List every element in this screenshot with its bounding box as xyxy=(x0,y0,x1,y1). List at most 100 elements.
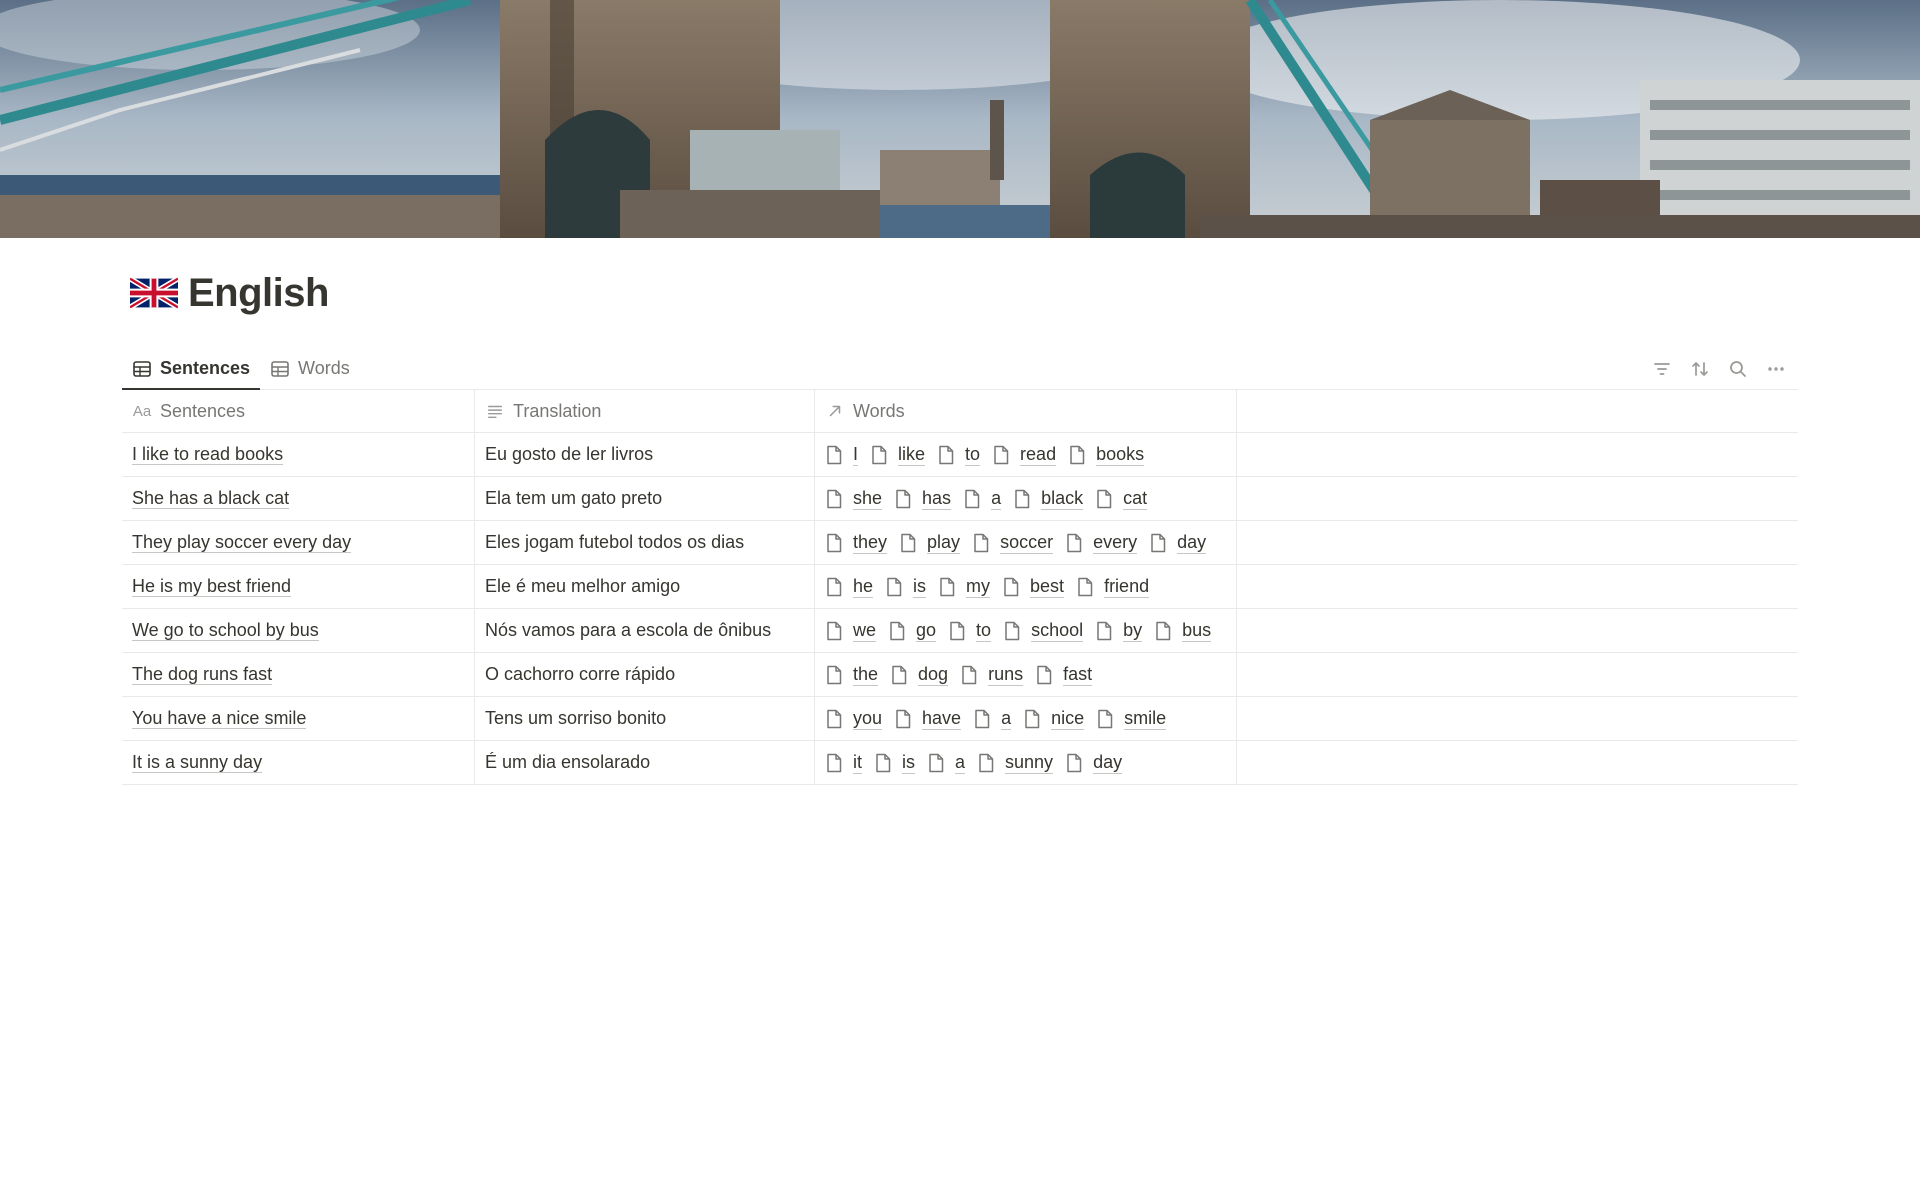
word-link[interactable]: I xyxy=(825,443,859,466)
word-link[interactable]: go xyxy=(888,619,937,642)
word-label: a xyxy=(955,752,966,774)
sentence-link[interactable]: She has a black cat xyxy=(132,488,290,509)
word-link[interactable]: they xyxy=(825,531,888,554)
word-link[interactable]: friend xyxy=(1076,575,1150,598)
translation-cell[interactable]: É um dia ensolarado xyxy=(475,741,815,784)
page-icon xyxy=(1095,489,1123,509)
word-link[interactable]: we xyxy=(825,619,877,642)
word-label: cat xyxy=(1123,488,1148,510)
words-cell[interactable]: they play soccer every day xyxy=(815,521,1237,564)
uk-flag-icon[interactable] xyxy=(130,276,178,310)
word-link[interactable]: like xyxy=(870,443,926,466)
search-icon[interactable] xyxy=(1726,357,1750,381)
word-link[interactable]: play xyxy=(899,531,961,554)
word-link[interactable]: books xyxy=(1068,443,1145,466)
word-link[interactable]: nice xyxy=(1023,707,1085,730)
word-link[interactable]: best xyxy=(1002,575,1065,598)
word-link[interactable]: every xyxy=(1065,531,1138,554)
page-icon xyxy=(1023,709,1051,729)
word-link[interactable]: school xyxy=(1003,619,1084,642)
sort-icon[interactable] xyxy=(1688,357,1712,381)
word-link[interactable]: have xyxy=(894,707,962,730)
table-row: They play soccer every day Eles jogam fut… xyxy=(122,521,1798,565)
word-link[interactable]: read xyxy=(992,443,1057,466)
sentence-cell[interactable]: The dog runs fast xyxy=(122,653,475,696)
word-link[interactable]: he xyxy=(825,575,874,598)
sentence-link[interactable]: The dog runs fast xyxy=(132,664,273,685)
word-link[interactable]: she xyxy=(825,487,883,510)
words-cell[interactable]: he is my best friend xyxy=(815,565,1237,608)
word-label: is xyxy=(913,576,927,598)
translation-cell[interactable]: Nós vamos para a escola de ônibus xyxy=(475,609,815,652)
column-header-sentences[interactable]: Aa Sentences xyxy=(122,390,475,432)
word-link[interactable]: smile xyxy=(1096,707,1167,730)
sentence-cell[interactable]: They play soccer every day xyxy=(122,521,475,564)
word-link[interactable]: fast xyxy=(1035,663,1093,686)
empty-cell xyxy=(1237,609,1798,652)
column-header-words[interactable]: Words xyxy=(815,390,1237,432)
word-link[interactable]: is xyxy=(874,751,915,774)
word-link[interactable]: the xyxy=(825,663,879,686)
sentence-link[interactable]: We go to school by bus xyxy=(132,620,319,641)
translation-cell[interactable]: O cachorro corre rápido xyxy=(475,653,815,696)
table-header-row: Aa Sentences Translation Words xyxy=(122,390,1798,433)
word-label: by xyxy=(1123,620,1143,642)
word-link[interactable]: it xyxy=(825,751,862,774)
translation-cell[interactable]: Tens um sorriso bonito xyxy=(475,697,815,740)
word-link[interactable]: a xyxy=(973,707,1012,730)
column-header-translation[interactable]: Translation xyxy=(475,390,815,432)
word-link[interactable]: my xyxy=(938,575,991,598)
word-link[interactable]: sunny xyxy=(977,751,1054,774)
page-icon xyxy=(948,621,976,641)
translation-cell[interactable]: Eles jogam futebol todos os dias xyxy=(475,521,815,564)
word-link[interactable]: to xyxy=(937,443,981,466)
word-link[interactable]: cat xyxy=(1095,487,1148,510)
sentence-cell[interactable]: It is a sunny day xyxy=(122,741,475,784)
words-cell[interactable]: it is a sunny day xyxy=(815,741,1237,784)
filter-icon[interactable] xyxy=(1650,357,1674,381)
sentence-link[interactable]: I like to read books xyxy=(132,444,284,465)
word-label: every xyxy=(1093,532,1138,554)
sentence-link[interactable]: You have a nice smile xyxy=(132,708,307,729)
word-link[interactable]: a xyxy=(927,751,966,774)
word-link[interactable]: is xyxy=(885,575,927,598)
word-link[interactable]: to xyxy=(948,619,992,642)
page-icon xyxy=(888,621,916,641)
word-link[interactable]: you xyxy=(825,707,883,730)
page-icon xyxy=(1096,709,1124,729)
sentence-cell[interactable]: She has a black cat xyxy=(122,477,475,520)
word-link[interactable]: black xyxy=(1013,487,1084,510)
sentence-cell[interactable]: You have a nice smile xyxy=(122,697,475,740)
word-link[interactable]: soccer xyxy=(972,531,1054,554)
word-link[interactable]: runs xyxy=(960,663,1024,686)
sentence-cell[interactable]: He is my best friend xyxy=(122,565,475,608)
word-link[interactable]: bus xyxy=(1154,619,1212,642)
translation-cell[interactable]: Eu gosto de ler livros xyxy=(475,433,815,476)
translation-cell[interactable]: Ele é meu melhor amigo xyxy=(475,565,815,608)
sentence-link[interactable]: He is my best friend xyxy=(132,576,292,597)
words-cell[interactable]: you have a nice smile xyxy=(815,697,1237,740)
sentence-cell[interactable]: I like to read books xyxy=(122,433,475,476)
word-link[interactable]: a xyxy=(963,487,1002,510)
words-cell[interactable]: Ilike to read books xyxy=(815,433,1237,476)
words-cell[interactable]: we go to school by bus xyxy=(815,609,1237,652)
words-cell[interactable]: the dog runs fast xyxy=(815,653,1237,696)
word-link[interactable]: day xyxy=(1065,751,1123,774)
word-relations: she has a black cat xyxy=(825,487,1226,510)
word-link[interactable]: by xyxy=(1095,619,1143,642)
tab-words[interactable]: Words xyxy=(260,348,360,389)
translation-cell[interactable]: Ela tem um gato preto xyxy=(475,477,815,520)
sentence-link[interactable]: It is a sunny day xyxy=(132,752,263,773)
word-link[interactable]: dog xyxy=(890,663,949,686)
word-label: to xyxy=(965,444,981,466)
empty-cell xyxy=(1237,697,1798,740)
word-label: they xyxy=(853,532,888,554)
word-link[interactable]: day xyxy=(1149,531,1207,554)
word-link[interactable]: has xyxy=(894,487,952,510)
sentence-cell[interactable]: We go to school by bus xyxy=(122,609,475,652)
empty-cell xyxy=(1237,741,1798,784)
words-cell[interactable]: she has a black cat xyxy=(815,477,1237,520)
tab-sentences[interactable]: Sentences xyxy=(122,348,261,390)
more-icon[interactable] xyxy=(1764,357,1788,381)
sentence-link[interactable]: They play soccer every day xyxy=(132,532,352,553)
